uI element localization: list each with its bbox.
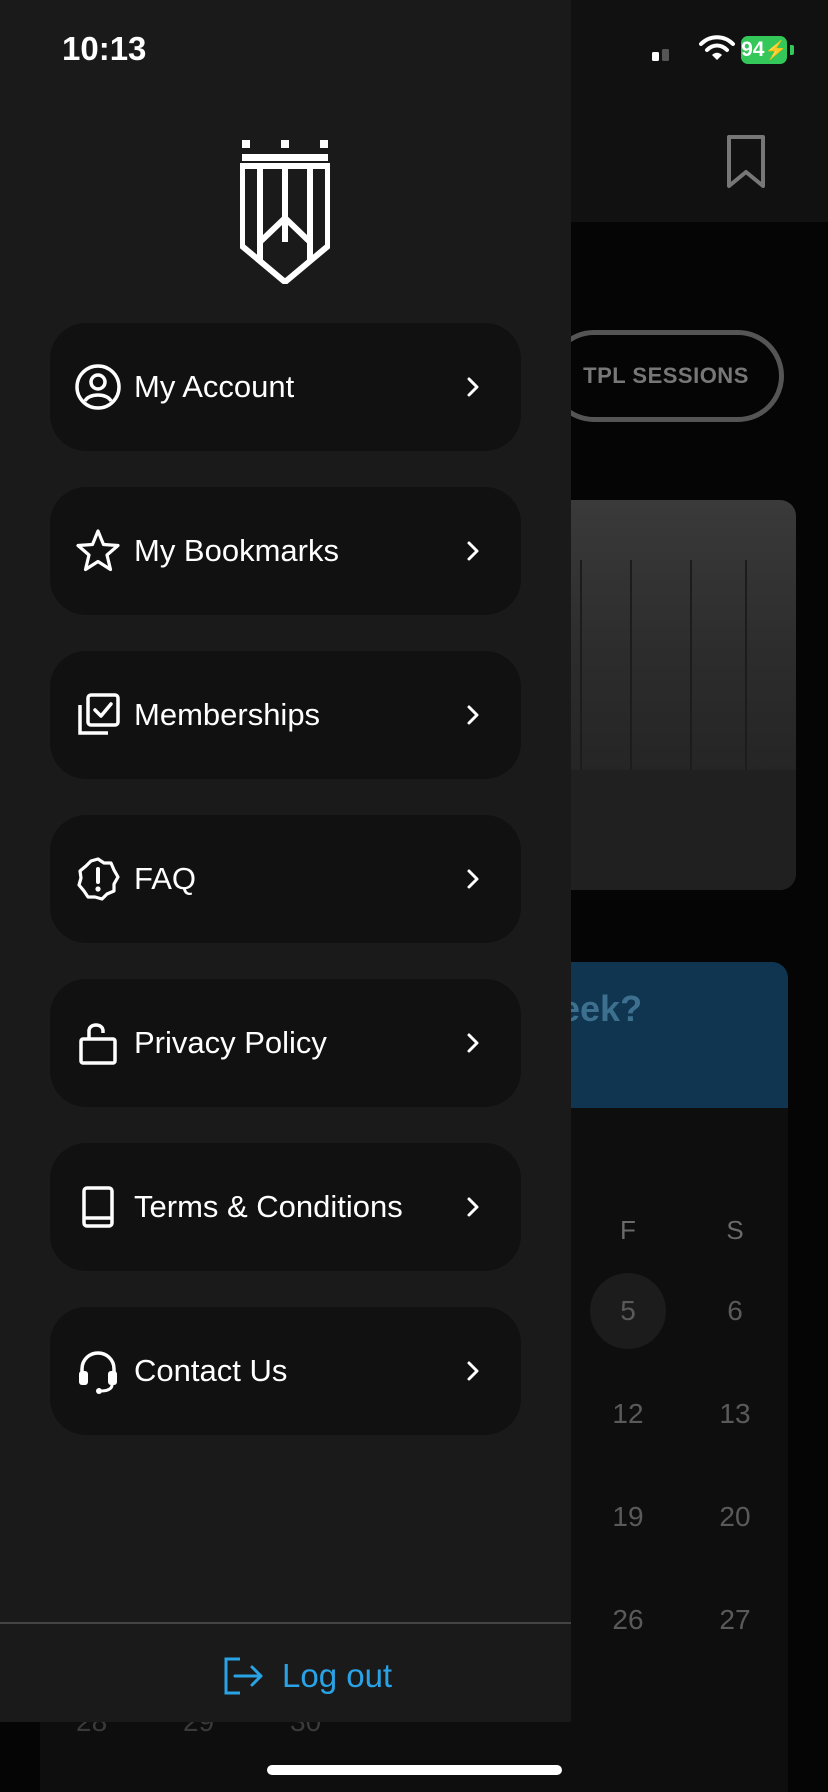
chevron-right-icon xyxy=(467,1197,479,1217)
calendar-header-saturday: S xyxy=(726,1214,744,1245)
menu-item-my-bookmarks[interactable]: My Bookmarks xyxy=(50,487,521,615)
calendar-day: 27 xyxy=(719,1604,751,1635)
cellular-signal-icon xyxy=(652,49,669,61)
battery-indicator: 94 ⚡ xyxy=(741,36,787,64)
calendar-day: 6 xyxy=(727,1295,743,1326)
calendar-day: 20 xyxy=(719,1501,751,1532)
calendar-header-friday: F xyxy=(620,1214,636,1245)
home-indicator xyxy=(267,1765,562,1775)
tpl-sessions-pill: TPL SESSIONS xyxy=(548,330,784,422)
menu-item-privacy-policy[interactable]: Privacy Policy xyxy=(50,979,521,1107)
menu-item-memberships[interactable]: Memberships xyxy=(50,651,521,779)
navigation-drawer: 10:13 My Account My Bookmarks Membership… xyxy=(0,0,571,1722)
brand-logo-icon xyxy=(240,140,330,284)
wifi-icon xyxy=(699,35,735,60)
menu-item-label: Memberships xyxy=(134,697,321,732)
chevron-right-icon xyxy=(467,541,479,561)
chevron-right-icon xyxy=(467,705,479,725)
menu-item-label: My Account xyxy=(134,369,295,404)
background-banner xyxy=(540,962,788,1108)
star-icon xyxy=(74,527,122,575)
charging-bolt-icon: ⚡ xyxy=(764,39,787,60)
menu-item-label: FAQ xyxy=(134,861,197,896)
battery-level: 94 xyxy=(741,38,765,61)
banner-text: eek? xyxy=(560,988,643,1029)
headset-icon xyxy=(74,1347,122,1395)
logout-label: Log out xyxy=(282,1657,393,1694)
menu-item-terms-conditions[interactable]: Terms & Conditions xyxy=(50,1143,521,1271)
battery-nub xyxy=(790,45,794,55)
calendar-day: 26 xyxy=(612,1604,644,1635)
user-circle-icon xyxy=(74,363,122,411)
chevron-right-icon xyxy=(467,1361,479,1381)
logout-button[interactable]: Log out xyxy=(222,1648,392,1704)
menu-item-label: Contact Us xyxy=(134,1353,288,1388)
background-photo xyxy=(540,500,796,890)
calendar-day: 19 xyxy=(612,1501,644,1532)
chevron-right-icon xyxy=(467,869,479,889)
check-stack-icon xyxy=(74,691,122,739)
unlock-icon xyxy=(74,1019,122,1067)
menu-item-label: Privacy Policy xyxy=(134,1025,327,1060)
chevron-right-icon xyxy=(467,1033,479,1053)
menu-item-label: My Bookmarks xyxy=(134,533,339,568)
alert-badge-icon xyxy=(74,855,122,903)
menu-item-faq[interactable]: FAQ xyxy=(50,815,521,943)
calendar-day: 13 xyxy=(719,1398,751,1429)
calendar-day: 12 xyxy=(612,1398,644,1429)
status-time: 10:13 xyxy=(62,30,147,67)
book-icon xyxy=(74,1183,122,1231)
calendar-day: 5 xyxy=(590,1273,666,1349)
bookmark-icon xyxy=(727,135,765,188)
logout-icon xyxy=(224,1657,263,1695)
menu-item-my-account[interactable]: My Account xyxy=(50,323,521,451)
menu-item-contact-us[interactable]: Contact Us xyxy=(50,1307,521,1435)
drawer-divider xyxy=(0,1622,571,1624)
chevron-right-icon xyxy=(467,377,479,397)
menu-item-label: Terms & Conditions xyxy=(134,1189,403,1224)
